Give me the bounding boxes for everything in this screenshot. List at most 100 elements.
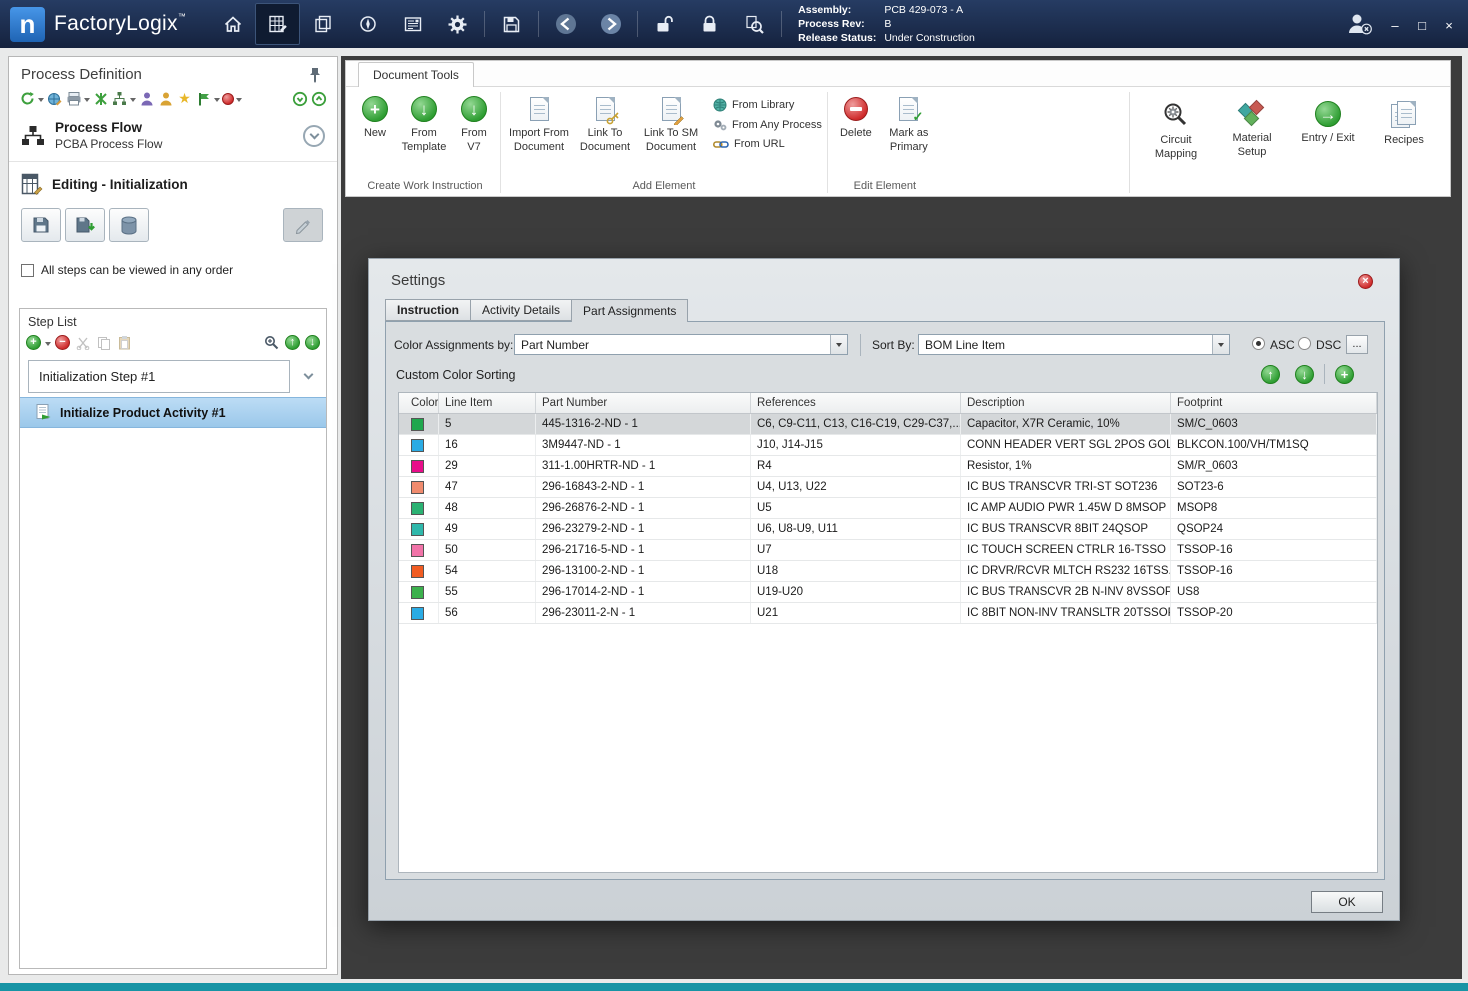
part-row[interactable]: 47 296-16843-2-ND - 1 U4, U13, U22 IC BUS T…	[399, 477, 1377, 498]
operator-icon[interactable]	[157, 90, 174, 107]
part-row[interactable]: 29 311-1.00HRTR-ND - 1 R4 Resistor, 1% SM/R_…	[399, 456, 1377, 477]
material-setup-button[interactable]: Material Setup	[1220, 99, 1284, 193]
lock-button[interactable]	[687, 3, 732, 45]
column-header-footprint[interactable]: Footprint	[1171, 393, 1377, 413]
from-v7-button[interactable]: ↓ From V7	[453, 89, 495, 155]
activity-item[interactable]: Initialize Product Activity #1	[20, 397, 326, 428]
sort-by-select[interactable]: BOM Line Item	[918, 334, 1230, 355]
part-row[interactable]: 55 296-17014-2-ND - 1 U19-U20 IC BUS TRANSC…	[399, 582, 1377, 603]
circuit-mapping-button[interactable]: Circuit Mapping	[1144, 101, 1208, 193]
import-step-button[interactable]	[65, 208, 105, 242]
mark-as-primary-button[interactable]: ✓ Mark as Primary	[881, 89, 937, 155]
recipes-button[interactable]: Recipes	[1372, 101, 1436, 193]
part-row[interactable]: 49 296-23279-2-ND - 1 U6, U8-U9, U11 IC BUS…	[399, 519, 1377, 540]
link-to-sm-document-button[interactable]: Link To SM Document	[638, 89, 704, 155]
dropdown-caret-icon[interactable]	[214, 97, 220, 105]
step-selector[interactable]: Initialization Step #1	[28, 360, 290, 393]
from-library-button[interactable]: From Library	[713, 98, 822, 112]
part-row[interactable]: 56 296-23011-2-N - 1 U21 IC 8BIT NON-INV TR…	[399, 603, 1377, 624]
hierarchy-icon[interactable]	[111, 90, 128, 107]
status-icon[interactable]	[222, 92, 234, 105]
save-button[interactable]	[489, 3, 534, 45]
audit-search-button[interactable]	[732, 3, 777, 45]
delete-button[interactable]: Delete	[833, 89, 879, 141]
entry-exit-button[interactable]: → Entry / Exit	[1296, 101, 1360, 193]
tab-instruction[interactable]: Instruction	[385, 299, 470, 321]
dsc-radio[interactable]	[1298, 337, 1311, 350]
settings-button[interactable]	[435, 3, 480, 45]
forward-button[interactable]	[588, 3, 633, 45]
print-icon[interactable]	[65, 90, 82, 107]
remove-step-button[interactable]: −	[55, 335, 70, 350]
app-name-text: FactoryLogix	[54, 12, 178, 35]
dropdown-caret-icon[interactable]	[45, 341, 51, 349]
collapse-all-icon[interactable]	[310, 90, 327, 107]
find-step-icon[interactable]	[263, 334, 280, 351]
back-button[interactable]	[543, 3, 588, 45]
from-template-button[interactable]: ↓ From Template	[397, 89, 451, 155]
expand-all-icon[interactable]	[291, 90, 308, 107]
tab-activity-details[interactable]: Activity Details	[470, 299, 572, 321]
new-button[interactable]: + New	[355, 89, 395, 141]
copy-icon[interactable]	[95, 334, 112, 351]
more-options-button[interactable]: ...	[1346, 335, 1368, 354]
dialog-close-button[interactable]: ×	[1358, 274, 1373, 289]
import-from-document-button[interactable]: Import From Document	[506, 89, 572, 155]
dropdown-caret-icon[interactable]	[130, 97, 136, 105]
minimize-button[interactable]: –	[1386, 18, 1404, 33]
flag-icon[interactable]	[195, 90, 212, 107]
dropdown-caret-icon[interactable]	[236, 97, 242, 105]
part-row[interactable]: 16 3M9447-ND - 1 J10, J14-J15 CONN HEADER V…	[399, 435, 1377, 456]
refresh-icon[interactable]	[19, 90, 36, 107]
star-icon[interactable]: ★	[176, 90, 193, 107]
person-icon[interactable]	[138, 90, 155, 107]
process-editor-button[interactable]	[255, 3, 301, 45]
move-step-up-button[interactable]: ↑	[285, 335, 300, 350]
ok-button[interactable]: OK	[1311, 891, 1383, 913]
web-edit-icon[interactable]	[46, 90, 63, 107]
add-sort-button[interactable]: +	[1335, 364, 1354, 384]
news-button[interactable]	[390, 3, 435, 45]
column-header-references[interactable]: References	[751, 393, 961, 413]
column-header-part-number[interactable]: Part Number	[536, 393, 751, 413]
navigator-button[interactable]	[345, 3, 390, 45]
home-button[interactable]	[210, 3, 255, 45]
templates-button[interactable]	[300, 3, 345, 45]
column-header-description[interactable]: Description	[961, 393, 1171, 413]
column-header-line-item[interactable]: Line Item	[439, 393, 536, 413]
chevron-down-icon[interactable]	[303, 369, 314, 380]
edit-step-button[interactable]	[283, 208, 323, 242]
user-session-button[interactable]	[1346, 12, 1372, 36]
link-to-document-button[interactable]: Link To Document	[574, 89, 636, 155]
order-checkbox[interactable]	[21, 263, 34, 277]
part-row[interactable]: 50 296-21716-5-ND - 1 U7 IC TOUCH SCREEN CT…	[399, 540, 1377, 561]
save-step-button[interactable]	[21, 208, 61, 242]
part-row[interactable]: 54 296-13100-2-ND - 1 U18 IC DRVR/RCVR MLTC…	[399, 561, 1377, 582]
sort-move-down-button[interactable]: ↓	[1295, 364, 1314, 384]
from-url-button[interactable]: From URL	[713, 138, 822, 150]
part-row[interactable]: 5 445-1316-2-ND - 1 C6, C9-C11, C13, C16-C…	[399, 414, 1377, 435]
paste-icon[interactable]	[116, 334, 133, 351]
color-assignments-select[interactable]: Part Number	[514, 334, 848, 355]
new-version-icon[interactable]	[92, 90, 109, 107]
dropdown-caret-icon[interactable]	[38, 97, 44, 105]
pin-icon[interactable]	[306, 66, 323, 83]
close-button[interactable]: ×	[1440, 18, 1458, 33]
move-step-down-button[interactable]: ↓	[305, 335, 320, 350]
tab-document-tools[interactable]: Document Tools	[358, 62, 474, 87]
asc-radio[interactable]	[1252, 337, 1265, 350]
unlock-button[interactable]	[642, 3, 687, 45]
description-cell: CONN HEADER VERT SGL 2POS GOLD	[961, 435, 1171, 455]
maximize-button[interactable]: □	[1413, 18, 1431, 33]
sort-move-up-button[interactable]: ↑	[1261, 364, 1280, 384]
dropdown-caret-icon[interactable]	[84, 97, 90, 105]
cut-icon[interactable]	[74, 334, 91, 351]
collapse-section-icon[interactable]	[303, 124, 325, 147]
tab-part-assignments[interactable]: Part Assignments	[571, 299, 689, 322]
add-step-button[interactable]: +	[26, 335, 41, 350]
part-row[interactable]: 48 296-26876-2-ND - 1 U5 IC AMP AUDIO PWR 1…	[399, 498, 1377, 519]
column-header-color[interactable]: Color	[399, 393, 439, 413]
export-step-button[interactable]	[109, 208, 149, 242]
process-flow-header[interactable]: Process Flow PCBA Process Flow	[9, 113, 337, 162]
from-any-process-button[interactable]: From Any Process	[713, 118, 822, 132]
